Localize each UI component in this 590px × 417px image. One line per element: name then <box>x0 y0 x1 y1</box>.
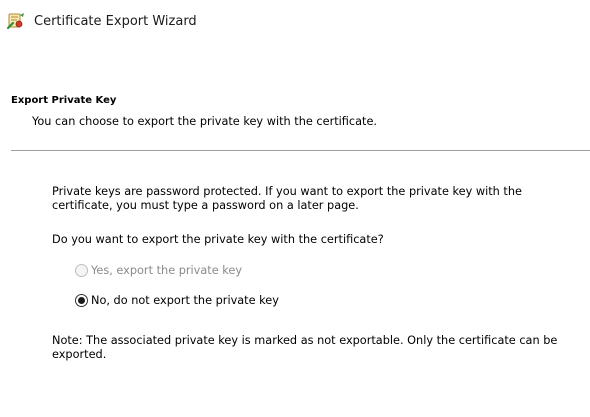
page-heading: Export Private Key <box>11 95 117 106</box>
radio-option-yes: Yes, export the private key <box>75 261 242 279</box>
radio-label-no[interactable]: No, do not export the private key <box>91 294 279 307</box>
intro-text: Private keys are password protected. If … <box>52 185 522 212</box>
page-subtitle: You can choose to export the private key… <box>32 115 377 128</box>
radio-label-yes: Yes, export the private key <box>91 263 243 277</box>
wizard-title-bar: Certificate Export Wizard <box>6 10 197 32</box>
wizard-title: Certificate Export Wizard <box>34 13 197 29</box>
radio-unchecked-icon <box>75 263 88 277</box>
question-text: Do you want to export the private key wi… <box>52 233 384 246</box>
radio-checked-icon[interactable] <box>75 293 88 307</box>
radio-option-no[interactable]: No, do not export the private key <box>75 291 279 309</box>
note-text: Note: The associated private key is mark… <box>52 334 558 361</box>
certificate-wizard-icon <box>6 11 26 31</box>
header-divider <box>11 150 590 151</box>
